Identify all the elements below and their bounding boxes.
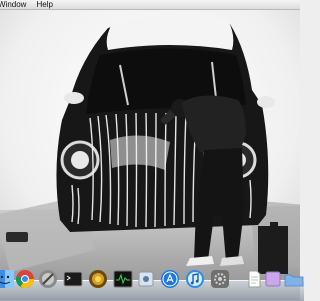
chrome-icon[interactable] <box>14 268 36 290</box>
system-preferences-icon[interactable] <box>209 268 231 290</box>
desktop-wallpaper <box>0 10 300 300</box>
dock <box>0 266 304 301</box>
terminal-icon[interactable] <box>62 268 84 290</box>
folder-icon[interactable] <box>283 268 305 290</box>
photo-app-icon[interactable] <box>87 268 109 290</box>
activity-monitor-icon[interactable] <box>112 268 134 290</box>
document-icon-2[interactable] <box>262 268 284 290</box>
itunes-icon[interactable] <box>184 268 206 290</box>
app-store-icon[interactable] <box>159 268 181 290</box>
menu-bar: Window Help <box>0 0 300 10</box>
preview-icon[interactable] <box>135 268 157 290</box>
menu-window[interactable]: Window <box>0 0 31 9</box>
system-utility-icon[interactable] <box>37 268 59 290</box>
menu-help[interactable]: Help <box>31 0 57 9</box>
